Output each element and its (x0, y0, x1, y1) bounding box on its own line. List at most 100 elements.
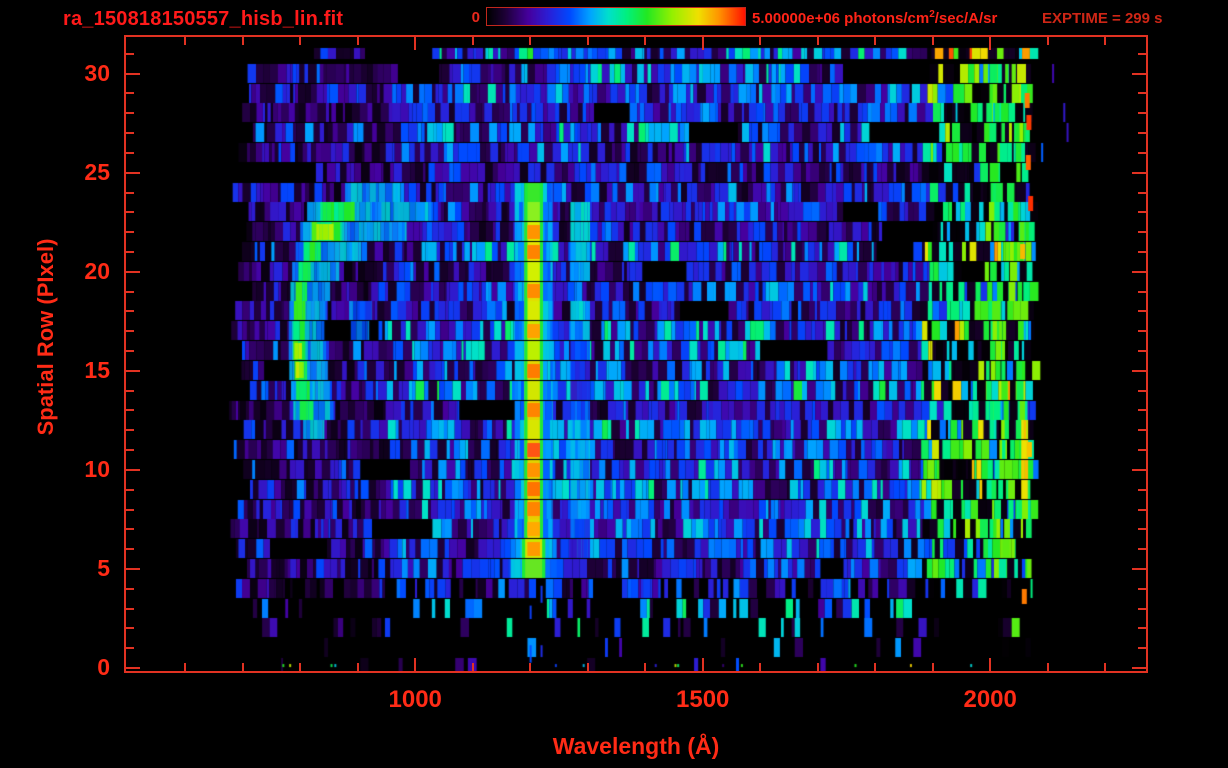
x-tick-label: 1500 (675, 686, 730, 713)
y-axis-tick (126, 369, 140, 372)
y-axis-tick (1138, 330, 1146, 333)
y-axis-tick (126, 528, 134, 531)
y-axis-tick (126, 112, 134, 115)
y-axis-tick (1138, 587, 1146, 590)
y-axis-tick (126, 389, 134, 392)
x-axis-tick (241, 663, 244, 671)
x-axis-tick (471, 663, 474, 671)
x-tick-label: 2000 (963, 686, 1017, 713)
y-axis-tick (126, 350, 134, 353)
x-axis-tick (989, 37, 992, 50)
y-axis-tick (1132, 270, 1146, 273)
y-axis-tick (1132, 171, 1146, 174)
y-axis-tick (1138, 211, 1146, 214)
y-axis-title: Spatial Row (PIxel) (33, 238, 58, 436)
y-tick-label: 25 (84, 158, 110, 185)
colorbar-max-prefix: 5.00000e+06 photons/cm (752, 10, 930, 27)
y-axis-tick (126, 270, 140, 273)
x-axis-tick (701, 658, 704, 671)
x-axis-tick (529, 37, 532, 45)
x-axis-tick (644, 663, 647, 671)
y-axis-tick (1138, 488, 1146, 491)
x-axis-tick (414, 658, 417, 671)
y-axis-tick (1138, 647, 1146, 650)
y-axis-tick (1132, 369, 1146, 372)
x-axis-tick (299, 37, 302, 45)
x-axis-tick (989, 658, 992, 671)
y-axis-tick (1138, 231, 1146, 234)
y-axis-tick (126, 151, 134, 154)
y-tick-label: 20 (84, 257, 110, 284)
y-axis-tick (126, 92, 134, 95)
colorbar (486, 7, 746, 26)
y-axis-tick (1132, 667, 1146, 670)
y-axis-tick (126, 409, 134, 412)
x-axis-tick (874, 663, 877, 671)
y-axis-tick (126, 667, 140, 670)
exptime-label: EXPTIME = 299 s (1042, 10, 1163, 27)
y-axis-tick (1138, 112, 1146, 115)
y-axis-tick (1138, 627, 1146, 630)
y-axis-tick (126, 72, 140, 75)
x-axis-tick (816, 663, 819, 671)
y-axis-tick (126, 330, 134, 333)
x-axis-tick (1046, 663, 1049, 671)
colorbar-max-label: 5.00000e+06 photons/cm2/sec/A/sr (752, 9, 997, 27)
x-axis-tick (759, 663, 762, 671)
x-axis-tick (759, 37, 762, 45)
y-axis-tick (1138, 429, 1146, 432)
plot-frame (124, 35, 1148, 673)
y-tick-label: 15 (84, 356, 110, 383)
x-axis-tick (471, 37, 474, 45)
y-axis-tick (126, 211, 134, 214)
y-tick-label: 0 (97, 654, 110, 681)
y-axis-tick (126, 607, 134, 610)
colorbar-max-suffix: /sec/A/sr (934, 10, 998, 27)
x-axis-tick (1104, 37, 1107, 45)
y-axis-tick (1138, 528, 1146, 531)
x-axis-tick (644, 37, 647, 45)
y-axis-tick (126, 310, 134, 313)
y-tick-label: 10 (84, 455, 110, 482)
filename-title: ra_150818150557_hisb_lin.fit (63, 8, 344, 30)
y-axis-tick (1138, 191, 1146, 194)
y-axis-tick (1138, 310, 1146, 313)
y-axis-tick (126, 567, 140, 570)
x-axis-tick (874, 37, 877, 45)
y-axis-tick (126, 231, 134, 234)
x-axis-tick (586, 663, 589, 671)
y-axis-tick (126, 250, 134, 253)
y-axis-tick (1132, 567, 1146, 570)
y-axis-tick (1138, 250, 1146, 253)
y-axis-tick (126, 508, 134, 511)
y-axis-tick (126, 429, 134, 432)
x-axis-tick (184, 37, 187, 45)
x-tick-label: 1000 (388, 686, 442, 713)
y-axis-tick (126, 132, 134, 135)
y-axis-tick (126, 449, 134, 452)
y-axis-tick (1138, 52, 1146, 55)
y-axis-tick (1138, 449, 1146, 452)
y-axis-tick (1138, 290, 1146, 293)
x-axis-tick (931, 37, 934, 45)
x-axis-tick (299, 663, 302, 671)
y-axis-tick (126, 191, 134, 194)
x-axis-tick (931, 663, 934, 671)
y-axis-tick (126, 587, 134, 590)
y-axis-tick (1138, 92, 1146, 95)
colorbar-min-label: 0 (471, 9, 480, 26)
y-tick-label: 5 (97, 554, 110, 581)
y-axis-tick (1138, 389, 1146, 392)
x-axis-tick (241, 37, 244, 45)
y-axis-tick (1138, 350, 1146, 353)
y-axis-tick (1138, 607, 1146, 610)
x-axis-tick (414, 37, 417, 50)
y-axis-tick (126, 171, 140, 174)
x-axis-tick (1104, 663, 1107, 671)
y-tick-label: 30 (84, 59, 110, 86)
spectrogram-viewer-window: ra_150818150557_hisb_lin.fit 0 5.00000e+… (0, 0, 1228, 768)
x-axis-tick (701, 37, 704, 50)
y-axis-tick (126, 548, 134, 551)
y-axis-tick (126, 290, 134, 293)
colorbar-gradient (487, 8, 745, 25)
